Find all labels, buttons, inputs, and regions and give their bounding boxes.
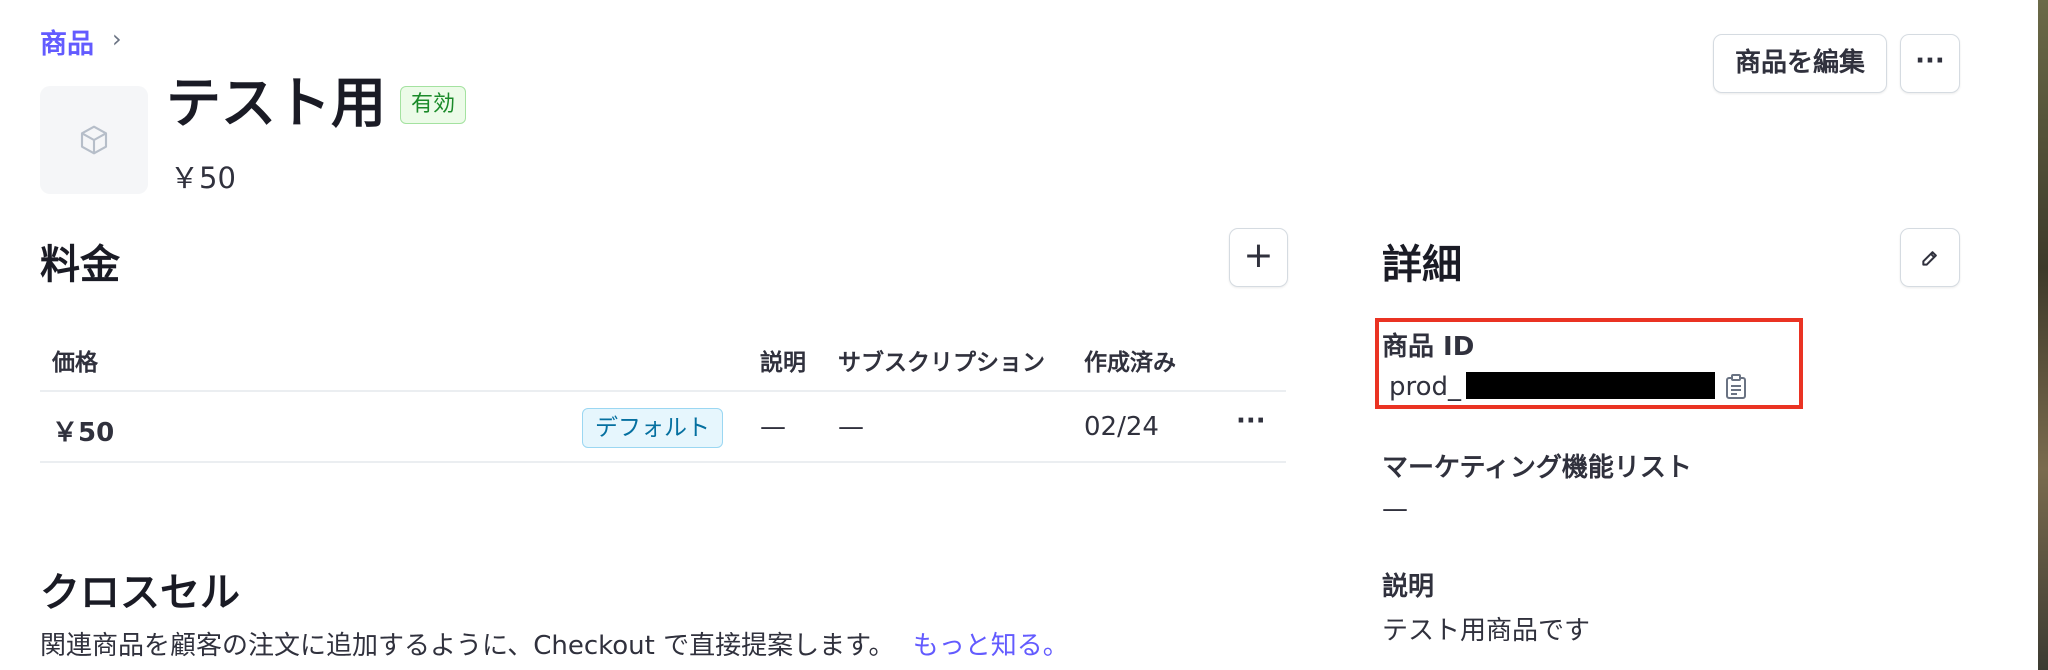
product-image-placeholder (40, 86, 148, 194)
description-label: 説明 (1382, 572, 1435, 602)
highlight-annotation (1375, 318, 1803, 409)
table-divider (40, 461, 1286, 463)
marketing-features-label: マーケティング機能リスト (1382, 453, 1692, 483)
product-price: ￥50 (170, 161, 236, 195)
product-title: テスト用 (166, 71, 387, 135)
row-price[interactable]: ￥50 (52, 412, 114, 449)
description-value: テスト用商品です (1382, 616, 1591, 646)
learn-more-link[interactable]: もっと知る。 (913, 631, 1069, 661)
pencil-icon (1922, 251, 1937, 266)
desktop-background-edge (2038, 0, 2048, 670)
row-more-button[interactable]: ··· (1236, 406, 1266, 436)
edit-details-button[interactable] (1900, 228, 1960, 287)
row-description: — (760, 412, 786, 442)
row-created: 02/24 (1084, 412, 1159, 442)
default-badge: デフォルト (582, 408, 723, 448)
column-header-description: 説明 (760, 350, 806, 376)
cross-sell-text: 関連商品を顧客の注文に追加するように、Checkout で直接提案します。 (40, 631, 895, 661)
edit-product-button[interactable]: 商品を編集 (1713, 34, 1887, 93)
marketing-features-value: — (1382, 494, 1408, 524)
column-header-created: 作成済み (1084, 350, 1176, 376)
more-actions-button[interactable]: ··· (1900, 34, 1960, 93)
row-subscriptions: — (838, 412, 864, 442)
chevron-right-icon: › (112, 25, 122, 53)
table-divider (40, 390, 1286, 392)
details-heading: 詳細 (1382, 242, 1462, 288)
cross-sell-heading: クロスセル (40, 570, 240, 616)
cross-sell-description: 関連商品を顧客の注文に追加するように、Checkout で直接提案します。 もっ… (40, 625, 1069, 662)
cube-icon (80, 125, 108, 155)
column-header-price: 価格 (52, 350, 98, 376)
add-price-button[interactable]: + (1229, 228, 1288, 287)
pricing-heading: 料金 (40, 242, 120, 288)
status-badge: 有効 (400, 86, 467, 124)
breadcrumb-products-link[interactable]: 商品 (40, 22, 94, 61)
column-header-subscriptions: サブスクリプション (838, 350, 1045, 376)
